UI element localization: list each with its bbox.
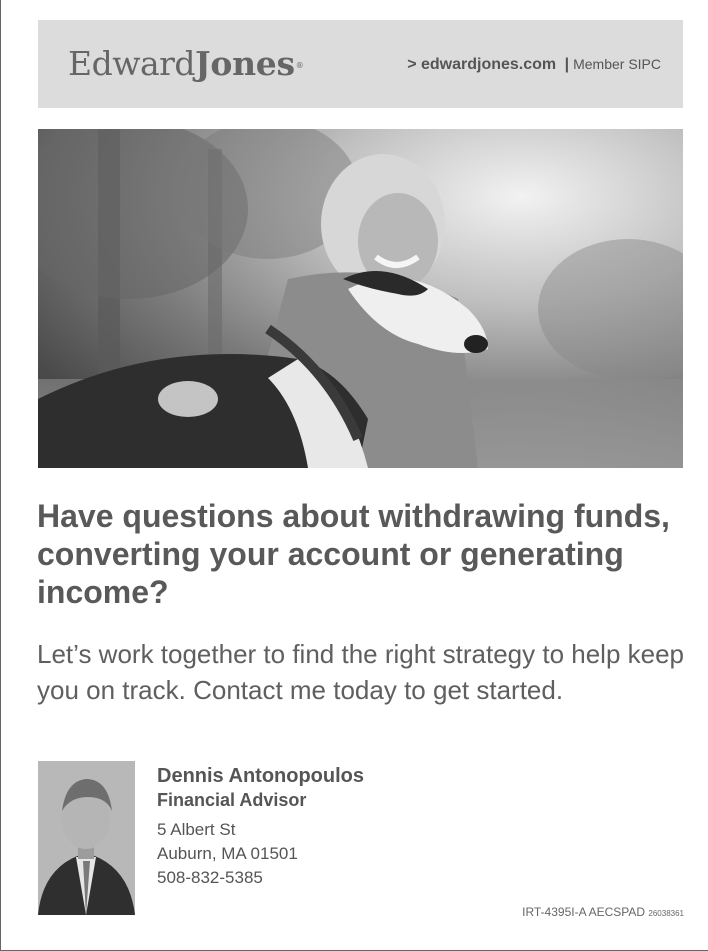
headline: Have questions about withdrawing funds, …	[37, 498, 670, 610]
header-links: > edwardjones.com | Member SIPC	[407, 56, 661, 74]
member-sipc-label: Member SIPC	[573, 56, 661, 72]
header-separator: |	[564, 56, 570, 73]
advisor-title: Financial Advisor	[157, 790, 307, 810]
advisor-info: Dennis Antonopoulos Financial Advisor 5 …	[157, 764, 364, 890]
header-bar: EdwardJones® > edwardjones.com | Member S…	[38, 20, 683, 108]
advisor-portrait-image	[38, 761, 135, 915]
advisor-address-line1: 5 Albert St	[157, 820, 236, 839]
advisor-portrait	[38, 761, 135, 915]
edward-jones-logo: EdwardJones®	[68, 44, 304, 84]
registered-mark: ®	[295, 61, 304, 70]
footer-code: IRT-4395I-A AECSPAD 26038361	[522, 905, 684, 919]
logo-word-jones: Jones	[195, 44, 295, 83]
logo-word-edward: Edward	[68, 44, 196, 83]
advisor-name: Dennis Antonopoulos	[157, 765, 365, 787]
website-link[interactable]: > edwardjones.com	[407, 56, 556, 73]
hero-photo	[38, 129, 683, 468]
subtext: Let’s work together to find the right st…	[37, 639, 685, 705]
advisor-address-line2: Auburn, MA 01501	[157, 844, 298, 863]
woman-hugging-dog-image	[38, 129, 683, 468]
footer-code-text: IRT-4395I-A AECSPAD	[522, 905, 646, 919]
footer-code-number: 26038361	[648, 909, 684, 918]
advisor-phone[interactable]: 508-832-5385	[157, 866, 364, 890]
